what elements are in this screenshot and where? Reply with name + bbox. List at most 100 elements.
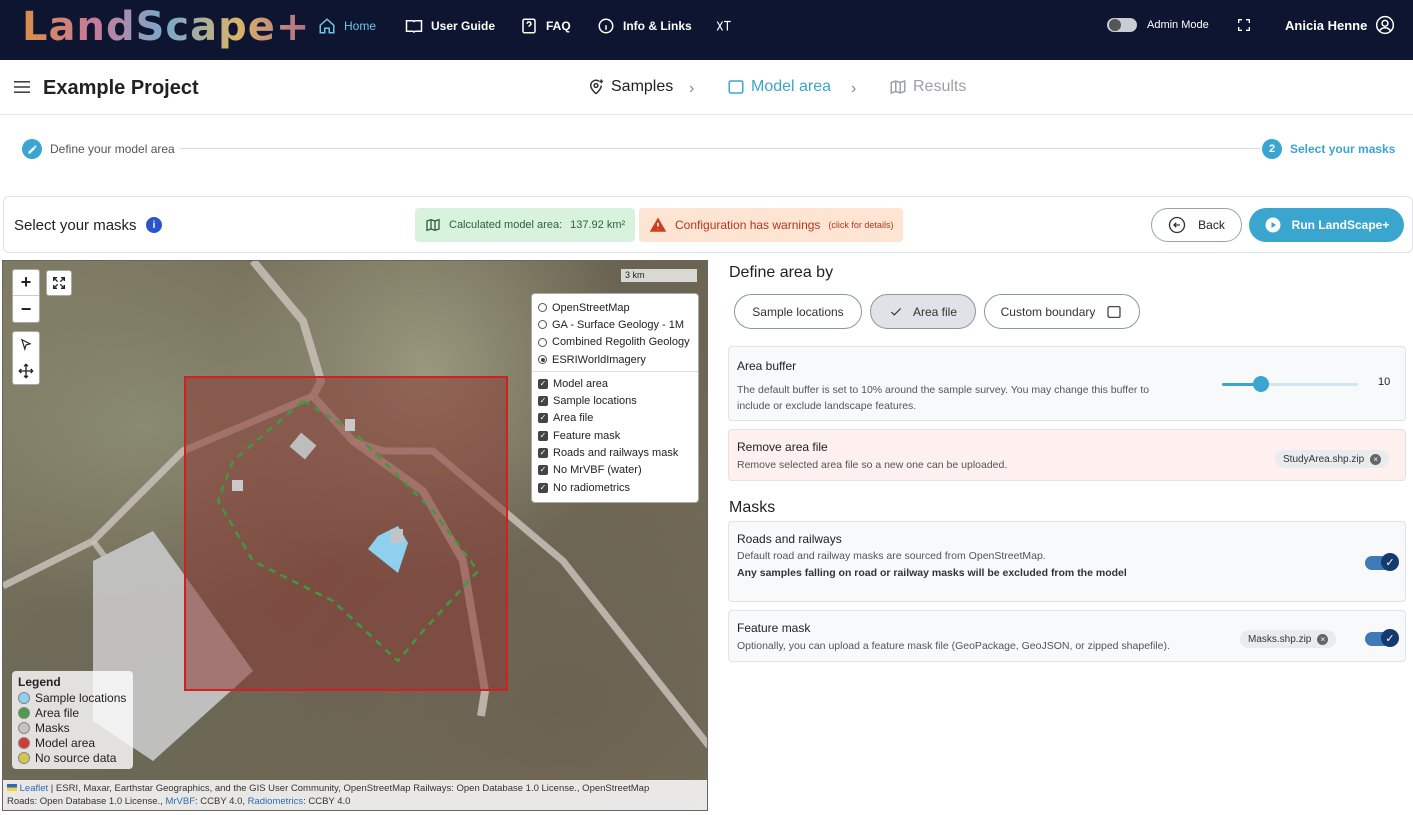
buffer-value: 10: [1378, 376, 1391, 388]
step-number: 2: [1262, 139, 1282, 159]
check-icon: ✓: [1381, 553, 1399, 571]
legend-swatch: [18, 706, 30, 719]
user-menu[interactable]: Anicia Henne: [1285, 15, 1395, 35]
breadcrumb-samples[interactable]: Samples: [587, 78, 673, 96]
radio-button[interactable]: [538, 303, 547, 313]
breadcrumb-model-area[interactable]: Model area: [727, 78, 831, 96]
admin-switch[interactable]: [1107, 18, 1137, 32]
expand-icon: [53, 277, 65, 289]
scale-bar: 3 km: [620, 269, 698, 283]
breadcrumb-results[interactable]: Results: [889, 78, 966, 96]
nav-faq[interactable]: FAQ: [520, 0, 571, 52]
xt-logo-icon: [716, 20, 731, 31]
remove-icon[interactable]: ×: [1317, 633, 1329, 645]
card-title: Feature mask: [737, 621, 811, 635]
section-title: Select your masks: [14, 217, 137, 234]
divider: [532, 371, 698, 373]
check-icon: [890, 307, 902, 316]
project-header: Example Project Samples › Model area › R…: [0, 60, 1413, 115]
mrvbf-link[interactable]: MrVBF: [165, 796, 195, 807]
checkbox[interactable]: ✓: [538, 448, 548, 459]
checkbox[interactable]: ✓: [538, 413, 548, 424]
run-landscape-button[interactable]: Run LandScape+: [1249, 208, 1404, 242]
checkbox[interactable]: ✓: [538, 396, 548, 407]
legend-swatch: [18, 736, 30, 749]
radio-button[interactable]: [538, 320, 547, 330]
move-icon: [18, 363, 34, 379]
map-icon: [426, 218, 440, 232]
fullscreen-icon[interactable]: [1236, 17, 1252, 33]
layer-control: OpenStreetMap GA - Surface Geology - 1M …: [531, 293, 699, 503]
overlay-option[interactable]: ✓ Area file: [538, 410, 692, 427]
radio-button[interactable]: [538, 337, 547, 347]
nav-info-links[interactable]: Info & Links: [597, 0, 692, 52]
area-select-icon: [728, 80, 744, 94]
area-select-icon: [1107, 305, 1121, 318]
flag-icon: [7, 784, 17, 791]
overlay-option[interactable]: ✓ Sample locations: [538, 392, 692, 409]
radiometrics-link[interactable]: Radiometrics: [248, 796, 303, 807]
app-logo[interactable]: LandScape+: [22, 4, 310, 50]
zoom-out-button[interactable]: −: [13, 296, 39, 322]
slider-handle[interactable]: [1253, 376, 1270, 392]
zoom-in-button[interactable]: +: [13, 270, 39, 296]
book-icon: [405, 20, 423, 34]
user-avatar-icon: [1376, 15, 1395, 35]
file-chip[interactable]: Masks.shp.zip ×: [1240, 630, 1337, 648]
nav-xt[interactable]: [715, 0, 733, 52]
base-layer-option[interactable]: Combined Regolith Geology: [538, 334, 692, 351]
roads-railways-card: Roads and railways Default road and rail…: [728, 521, 1406, 602]
overlay-option[interactable]: ✓ Feature mask: [538, 427, 692, 444]
stepper-line: [180, 148, 1260, 149]
info-icon: [598, 18, 614, 34]
warnings-badge[interactable]: Configuration has warnings (click for de…: [639, 208, 904, 242]
overlay-option[interactable]: ✓ Model area: [538, 375, 692, 392]
masks-heading: Masks: [729, 499, 776, 516]
map-fullscreen-button[interactable]: [46, 270, 72, 296]
area-buffer-card: Area buffer The default buffer is set to…: [728, 346, 1406, 421]
nav-home[interactable]: Home: [318, 0, 376, 52]
checkbox[interactable]: ✓: [538, 378, 548, 389]
home-icon: [319, 18, 335, 34]
overlay-option[interactable]: ✓ No radiometrics: [538, 479, 692, 496]
legend-swatch: [18, 751, 30, 764]
chevron-right-icon: ›: [851, 80, 857, 97]
radio-button-selected[interactable]: [538, 355, 547, 365]
map-pin-plus-icon: [589, 79, 604, 95]
step-define-model-area[interactable]: Define your model area: [22, 139, 175, 159]
step-select-masks[interactable]: 2 Select your masks: [1262, 139, 1395, 159]
menu-icon[interactable]: [14, 81, 30, 93]
checkbox[interactable]: ✓: [538, 430, 548, 441]
pan-tool-button[interactable]: [13, 358, 39, 384]
card-description: include or exclude landscape features.: [737, 400, 917, 412]
legend-item: Masks: [18, 720, 127, 735]
base-layer-option[interactable]: ESRIWorldImagery: [538, 351, 692, 368]
feature-mask-toggle[interactable]: ✓: [1365, 629, 1399, 647]
map-view[interactable]: + − 3 km OpenStreetMap GA - Surface Geol…: [2, 260, 708, 811]
back-button[interactable]: Back: [1151, 208, 1242, 242]
question-icon: [522, 18, 536, 34]
base-layer-option[interactable]: OpenStreetMap: [538, 299, 692, 316]
pointer-tool-button[interactable]: [13, 332, 39, 358]
remove-icon[interactable]: ×: [1370, 453, 1382, 465]
info-icon[interactable]: i: [146, 217, 162, 233]
buffer-slider[interactable]: [1222, 376, 1358, 392]
nav-user-guide[interactable]: User Guide: [405, 0, 495, 52]
admin-mode-toggle[interactable]: Admin Mode: [1107, 18, 1209, 32]
segment-area-file[interactable]: Area file: [870, 294, 976, 329]
overlay-option[interactable]: ✓ No MrVBF (water): [538, 462, 692, 479]
leaflet-link[interactable]: Leaflet: [20, 783, 49, 794]
define-area-heading: Define area by: [729, 264, 834, 281]
checkbox[interactable]: ✓: [538, 465, 548, 476]
card-title: Roads and railways: [737, 532, 842, 546]
top-nav-bar: LandScape+ Home User Guide FAQ Info & Li…: [0, 0, 1413, 60]
overlay-option[interactable]: ✓ Roads and railways mask: [538, 444, 692, 461]
base-layer-option[interactable]: GA - Surface Geology - 1M: [538, 316, 692, 333]
mask-square: [232, 480, 243, 491]
segment-custom-boundary[interactable]: Custom boundary: [984, 294, 1140, 329]
roads-toggle[interactable]: ✓: [1365, 553, 1399, 571]
file-chip[interactable]: StudyArea.shp.zip ×: [1275, 450, 1390, 468]
play-circle-icon: [1265, 217, 1281, 233]
checkbox[interactable]: ✓: [538, 482, 548, 493]
segment-sample-locations[interactable]: Sample locations: [734, 294, 862, 329]
